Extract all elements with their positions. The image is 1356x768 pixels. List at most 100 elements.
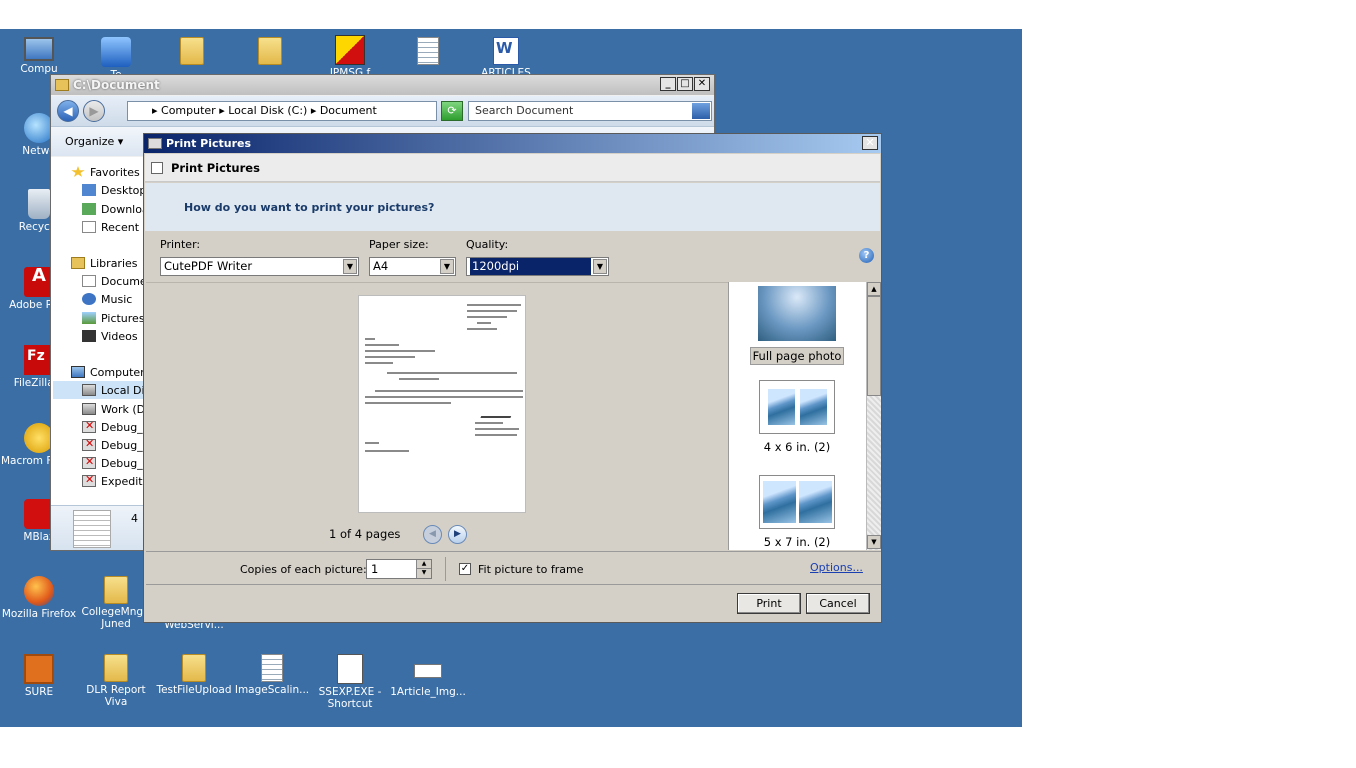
refresh-icon[interactable]: ⟳ — [441, 101, 463, 121]
question-text: How do you want to print your pictures? — [184, 201, 435, 214]
nav-computer[interactable]: Computer — [71, 363, 144, 381]
desktop-icon-dlr-report[interactable]: DLR Report Viva — [78, 654, 154, 708]
print-options-bar: Copies of each picture: 1 ▲ ▼ ✓ Fit pict… — [146, 551, 881, 585]
options-link[interactable]: Options... — [810, 561, 863, 574]
scroll-down-icon[interactable]: ▼ — [867, 535, 881, 549]
document-icon — [261, 654, 283, 682]
previous-page-button[interactable]: ◀ — [423, 525, 442, 544]
stepper-down-icon[interactable]: ▼ — [416, 569, 431, 578]
paper-size-select[interactable]: A4 ▼ — [369, 257, 456, 276]
print-button[interactable]: Print — [737, 593, 801, 614]
back-arrow-icon[interactable]: ◀ — [57, 100, 79, 122]
folder-icon — [182, 654, 206, 682]
computer-icon — [71, 366, 85, 378]
document-icon — [417, 37, 439, 65]
printer-label: Printer: — [160, 238, 201, 251]
nav-music[interactable]: Music — [82, 290, 132, 308]
desktop-icon-ssexp-shortcut[interactable]: SSEXP.EXE - Shortcut — [312, 654, 388, 710]
desktop-icon-imagescaling[interactable]: ImageScalin... — [234, 654, 310, 696]
desktop-icon-document[interactable] — [390, 37, 466, 67]
copies-stepper[interactable]: 1 ▲ ▼ — [366, 559, 432, 579]
videos-icon — [82, 330, 96, 342]
nav-libraries[interactable]: Libraries — [71, 254, 138, 272]
explorer-title-bar[interactable]: C:\Document _ □ ✕ — [51, 75, 714, 95]
fit-picture-checkbox[interactable]: ✓ — [459, 563, 471, 575]
printer-icon — [151, 161, 163, 174]
address-breadcrumb[interactable]: ▸ Computer ▸ Local Disk (C:) ▸ Document — [127, 101, 437, 121]
chevron-down-icon[interactable]: ▼ — [593, 259, 607, 274]
minimize-button[interactable]: _ — [660, 77, 676, 91]
folder-icon — [180, 37, 204, 65]
libraries-icon — [71, 257, 85, 269]
close-button[interactable]: ✕ — [694, 77, 710, 91]
search-input[interactable]: Search Document — [468, 101, 712, 121]
nav-documents[interactable]: Documen — [82, 272, 144, 290]
layout-full-page-photo[interactable]: Full page photo — [729, 286, 865, 365]
question-band: How do you want to print your pictures? — [145, 183, 880, 231]
firefox-icon — [24, 576, 54, 606]
explorer-title: C:\Document — [73, 78, 160, 92]
star-icon — [71, 166, 85, 177]
quality-select[interactable]: 1200dpi ▼ — [466, 257, 609, 276]
chevron-down-icon[interactable]: ▼ — [343, 259, 357, 274]
nav-videos[interactable]: Videos — [82, 327, 138, 345]
printer-select[interactable]: CutePDF Writer ▼ — [160, 257, 359, 276]
hard-disk-icon — [82, 403, 96, 415]
signature — [480, 404, 516, 418]
divider — [445, 557, 446, 581]
nav-favorites[interactable]: Favorites — [71, 163, 140, 181]
desktop-icon-articles[interactable]: ARTICLES — [468, 37, 544, 79]
layout-5x7-two[interactable]: 5 x 7 in. (2) — [729, 475, 865, 549]
teamviewer-icon — [101, 37, 131, 67]
nav-debug-1[interactable]: Debug_I — [82, 418, 144, 436]
dialog-close-button[interactable]: ✕ — [862, 136, 878, 150]
paper-size-label: Paper size: — [369, 238, 429, 251]
forward-arrow-icon[interactable]: ▶ — [83, 100, 105, 122]
nav-pictures[interactable]: Pictures — [82, 309, 144, 327]
layout-thumbnail — [758, 286, 836, 341]
documents-icon — [82, 275, 96, 287]
dialog-title-bar[interactable]: Print Pictures ✕ — [144, 134, 881, 153]
desktop-icon-sure[interactable]: SURE — [1, 654, 77, 698]
layout-scrollbar[interactable]: ▲ ▼ — [866, 282, 881, 550]
scroll-up-icon[interactable]: ▲ — [867, 282, 881, 296]
nav-local-disk[interactable]: Local Dis — [53, 381, 144, 399]
search-icon[interactable] — [692, 103, 710, 119]
nav-downloads[interactable]: Downloa — [82, 200, 144, 218]
desktop-icon-testfileupload[interactable]: TestFileUpload — [156, 654, 232, 696]
desktop-icon-folder-2[interactable] — [232, 37, 308, 67]
folder-icon — [55, 79, 69, 91]
dialog-header: Print Pictures — [145, 154, 880, 182]
sure-icon — [24, 654, 54, 684]
page-count: 1 of 4 pages — [329, 527, 401, 541]
print-preview-area: 1 of 4 pages ◀ ▶ — [146, 282, 728, 550]
desktop-icon-article-img[interactable]: 1Article_Img... — [390, 654, 466, 698]
organize-menu-button[interactable]: Organize ▾ — [65, 135, 123, 148]
desktop-icon-ipmsg[interactable]: IPMSG f — [312, 35, 388, 79]
nav-recent-places[interactable]: Recent P — [82, 218, 144, 236]
layout-thumbnail — [759, 475, 835, 529]
stepper-up-icon[interactable]: ▲ — [416, 560, 431, 569]
music-icon — [82, 293, 96, 305]
layout-thumbnail — [759, 380, 835, 434]
desktop-icon-firefox[interactable]: Mozilla Firefox — [1, 576, 77, 620]
desktop-icon-folder-1[interactable] — [154, 37, 230, 67]
nav-debug-3[interactable]: Debug_I — [82, 454, 144, 472]
printer-icon — [148, 138, 162, 149]
scrollbar-thumb[interactable] — [867, 296, 881, 396]
nav-work-drive[interactable]: Work (D — [82, 400, 144, 418]
pictures-icon — [82, 312, 96, 324]
maximize-button[interactable]: □ — [677, 77, 693, 91]
layout-4x6-two[interactable]: 4 x 6 in. (2) — [729, 380, 865, 454]
chevron-down-icon[interactable]: ▼ — [440, 259, 454, 274]
ipmsg-icon — [335, 35, 365, 65]
nav-debug-2[interactable]: Debug_I — [82, 436, 144, 454]
next-page-button[interactable]: ▶ — [448, 525, 467, 544]
nav-expedite[interactable]: Expedite — [82, 472, 144, 490]
downloads-icon — [82, 203, 96, 215]
nav-desktop[interactable]: Desktop — [82, 181, 144, 199]
desktop-icon-computer[interactable]: Compu — [1, 37, 77, 75]
cancel-button[interactable]: Cancel — [806, 593, 870, 614]
help-icon[interactable]: ? — [859, 248, 874, 263]
disconnected-drive-icon — [82, 437, 96, 451]
